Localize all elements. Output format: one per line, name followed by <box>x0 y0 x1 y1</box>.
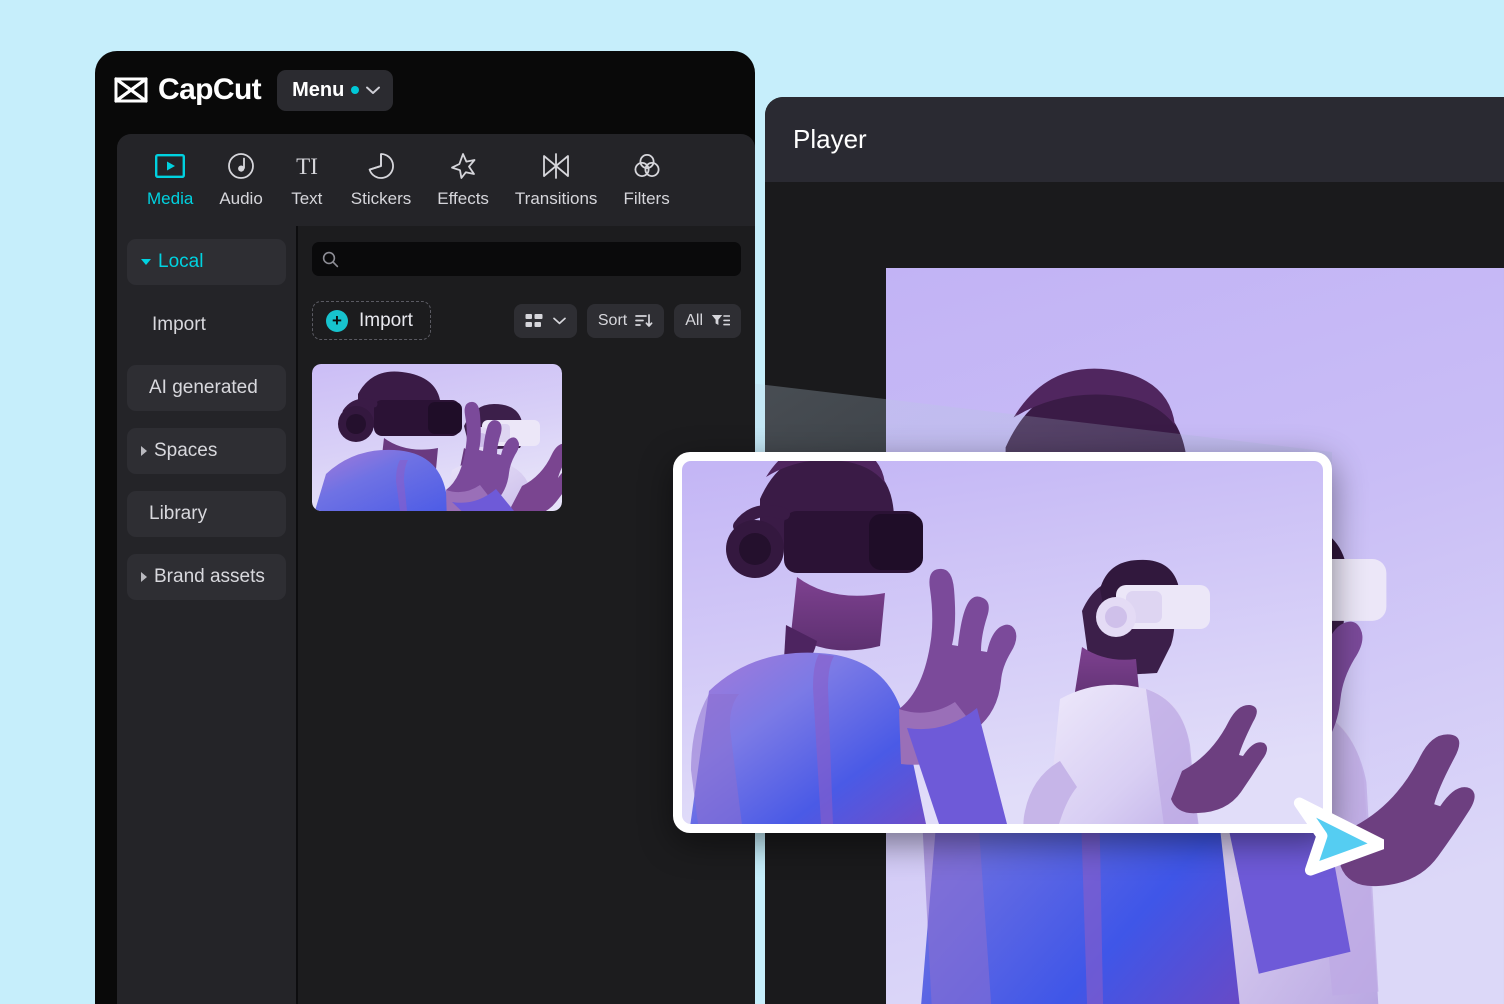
media-toolbar-right: Sort All <box>514 304 741 338</box>
tab-media[interactable]: Media <box>134 151 206 209</box>
media-play-frame-icon <box>155 151 185 181</box>
chevron-down-icon <box>553 317 566 325</box>
menu-button[interactable]: Menu <box>277 70 393 111</box>
sidebar-item-local-label: Local <box>158 251 203 273</box>
tab-media-label: Media <box>147 189 193 209</box>
grid-view-icon <box>525 313 545 329</box>
sidebar-item-spaces-label: Spaces <box>154 440 217 462</box>
editor-window: CapCut Menu Media <box>95 51 755 1004</box>
tab-text[interactable]: TI Text <box>276 151 338 209</box>
search-icon <box>322 251 339 268</box>
search-input[interactable] <box>347 251 731 268</box>
tab-effects-label: Effects <box>437 189 489 209</box>
chevron-down-icon <box>366 86 380 95</box>
view-mode-button[interactable] <box>514 304 577 338</box>
sort-descending-icon <box>635 313 653 329</box>
plus-circle-icon: + <box>326 310 348 332</box>
tab-filters[interactable]: Filters <box>610 151 682 209</box>
capcut-bowtie-logo-icon <box>113 75 149 105</box>
text-ti-icon: TI <box>291 151 323 181</box>
tab-audio-label: Audio <box>219 189 262 209</box>
drag-preview-card[interactable] <box>673 452 1332 833</box>
filters-circles-icon <box>633 151 661 181</box>
editor-panel: Media Audio TI Text <box>117 134 755 1004</box>
sidebar-item-local[interactable]: Local <box>127 239 286 285</box>
app-logo: CapCut <box>113 73 261 107</box>
sidebar-item-library-label: Library <box>149 503 207 525</box>
sidebar-item-import[interactable]: Import <box>127 302 286 348</box>
menu-button-label: Menu <box>292 79 344 102</box>
filter-funnel-icon <box>711 313 730 328</box>
tab-bar: Media Audio TI Text <box>117 134 755 226</box>
drag-preview-image <box>682 461 1323 824</box>
import-button-label: Import <box>359 310 413 332</box>
app-logo-text: CapCut <box>158 73 261 107</box>
audio-note-icon <box>227 151 255 181</box>
sidebar-item-ai-generated-label: AI generated <box>149 377 258 399</box>
sidebar-item-brand-assets-label: Brand assets <box>154 566 265 588</box>
media-toolbar: + Import <box>312 301 741 340</box>
sidebar: Local Import AI generated Spaces Library <box>117 226 298 1004</box>
sidebar-item-import-label: Import <box>152 314 206 336</box>
sidebar-item-brand-assets[interactable]: Brand assets <box>127 554 286 600</box>
tab-transitions-label: Transitions <box>515 189 598 209</box>
svg-text:TI: TI <box>296 154 318 179</box>
player-header: Player <box>765 97 1504 182</box>
media-item-thumbnail[interactable] <box>312 364 562 511</box>
title-bar: CapCut Menu <box>95 51 755 129</box>
menu-status-dot-icon <box>351 86 359 94</box>
tab-filters-label: Filters <box>623 189 669 209</box>
transitions-bowtie-icon <box>541 151 571 181</box>
panel-body: Local Import AI generated Spaces Library <box>117 226 755 1004</box>
effects-star-icon <box>449 151 477 181</box>
sidebar-item-ai-generated[interactable]: AI generated <box>127 365 286 411</box>
sidebar-item-spaces[interactable]: Spaces <box>127 428 286 474</box>
sticker-peel-icon <box>367 151 395 181</box>
import-button[interactable]: + Import <box>312 301 431 340</box>
tab-audio[interactable]: Audio <box>206 151 275 209</box>
filter-button[interactable]: All <box>674 304 741 338</box>
sort-button[interactable]: Sort <box>587 304 664 338</box>
tab-stickers-label: Stickers <box>351 189 411 209</box>
search-box[interactable] <box>312 242 741 276</box>
sort-button-label: Sort <box>598 312 627 330</box>
tab-stickers[interactable]: Stickers <box>338 151 424 209</box>
filter-button-label: All <box>685 312 703 330</box>
chevron-expanded-icon <box>141 259 151 265</box>
tab-text-label: Text <box>291 189 322 209</box>
vr-headset-clip-thumbnail-image <box>312 364 562 511</box>
tab-effects[interactable]: Effects <box>424 151 502 209</box>
tab-transitions[interactable]: Transitions <box>502 151 611 209</box>
sidebar-item-library[interactable]: Library <box>127 491 286 537</box>
player-title: Player <box>793 124 867 155</box>
chevron-collapsed-icon <box>141 446 147 456</box>
drag-preview-image-wrap <box>682 461 1323 824</box>
chevron-collapsed-icon <box>141 572 147 582</box>
